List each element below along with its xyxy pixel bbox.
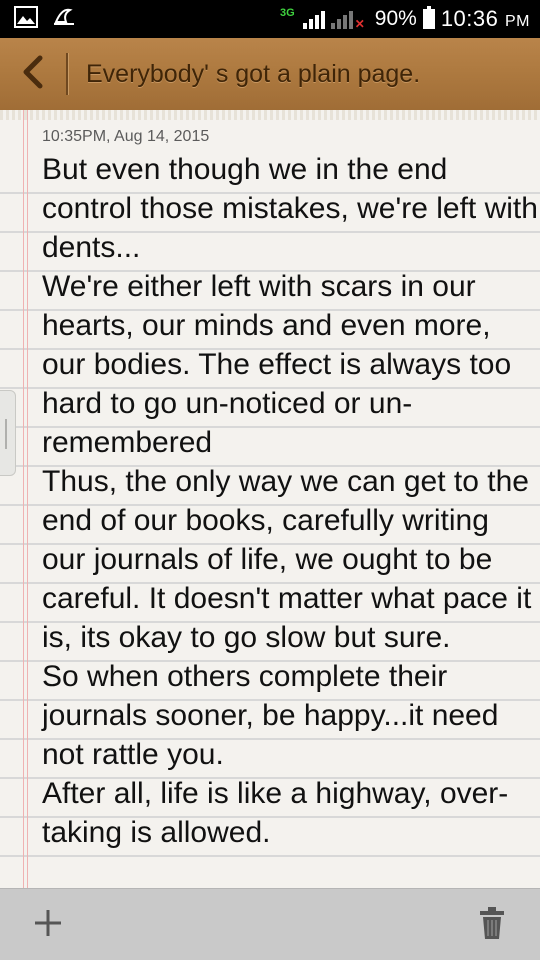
margin-line — [23, 110, 28, 888]
back-button[interactable] — [0, 38, 66, 110]
status-bar: 3G ✕ 90% 10:36 PM — [0, 0, 540, 38]
clock-time: 10:36 — [440, 6, 499, 31]
note-timestamp: 10:35PM, Aug 14, 2015 — [42, 128, 210, 145]
note-title: Everybody' s got a plain page. — [86, 59, 421, 88]
battery-percent: 90% — [374, 7, 417, 30]
note-page: 10:35PM, Aug 14, 2015 But even though we… — [0, 110, 540, 888]
trash-icon — [478, 906, 506, 945]
bottom-toolbar — [0, 888, 540, 960]
note-header: Everybody' s got a plain page. — [0, 38, 540, 110]
clock-ampm: PM — [505, 13, 530, 30]
signal-secondary-icon — [330, 9, 353, 29]
chevron-left-icon — [19, 55, 47, 94]
clock: 10:36 PM — [441, 6, 530, 32]
no-sim-icon: ✕ — [354, 17, 365, 31]
note-body-text[interactable]: But even though we in the end control th… — [42, 150, 538, 852]
network-type-label: 3G — [280, 7, 295, 19]
delete-note-button[interactable] — [464, 897, 520, 953]
plus-icon — [32, 907, 64, 944]
signal-icon — [302, 9, 325, 29]
night-mode-icon — [52, 6, 76, 33]
add-note-button[interactable] — [20, 897, 76, 953]
side-panel-handle[interactable] — [0, 390, 16, 476]
battery-icon — [422, 6, 435, 29]
gallery-icon — [14, 5, 38, 33]
